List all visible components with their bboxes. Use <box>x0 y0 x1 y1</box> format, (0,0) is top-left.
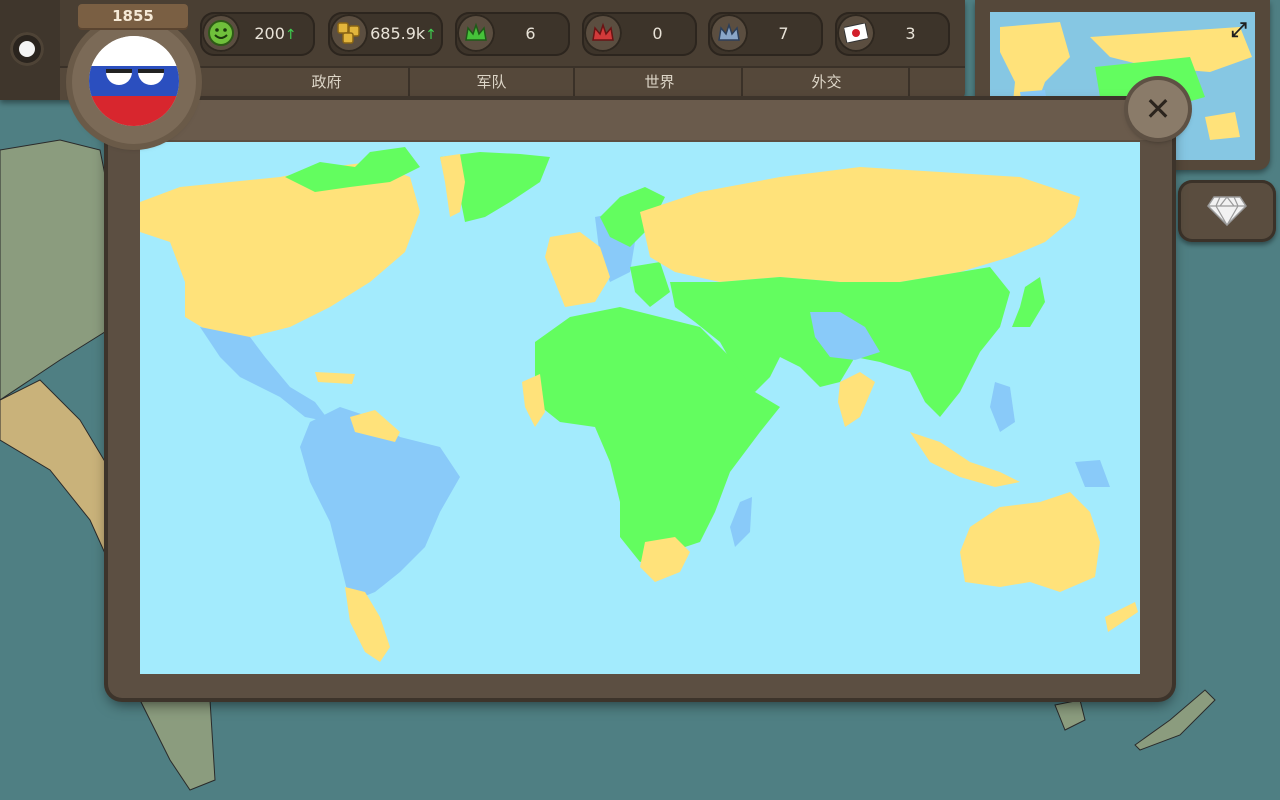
stat-neutral[interactable]: 7 <box>708 12 823 56</box>
tab-world[interactable]: 世界 <box>578 68 743 96</box>
region-australia-yellow[interactable] <box>960 492 1100 592</box>
green-crown-icon <box>457 14 495 52</box>
smiley-icon <box>202 14 240 52</box>
japan-flag-icon <box>837 14 875 52</box>
background-new-zealand-land <box>1134 689 1216 751</box>
background-mexico-land <box>0 379 111 561</box>
gem-shop-button[interactable] <box>1178 180 1276 242</box>
stat-enemies[interactable]: 0 <box>582 12 697 56</box>
tab-diplomacy[interactable]: 外交 <box>745 68 910 96</box>
region-greenland-yellow[interactable] <box>440 154 465 217</box>
region-north-america-yellow[interactable] <box>140 162 420 337</box>
blue-crown-icon <box>710 14 748 52</box>
up-arrow-icon: ↑ <box>284 27 297 43</box>
region-central-america-blue[interactable] <box>200 327 330 422</box>
region-japan-green[interactable] <box>1012 277 1045 327</box>
minimap-australia <box>1205 112 1240 140</box>
region-se-asia-yellow[interactable] <box>910 432 1020 487</box>
region-argentina-yellow[interactable] <box>345 587 390 662</box>
stat-gold[interactable]: 685.9k↑ <box>328 12 443 56</box>
up-arrow-icon: ↑ <box>425 27 437 43</box>
menu-button[interactable] <box>10 32 44 66</box>
tab-government[interactable]: 政府 <box>245 68 410 96</box>
stat-flag[interactable]: 3 <box>835 12 950 56</box>
diamond-icon <box>1207 196 1247 227</box>
region-new-zealand-yellow[interactable] <box>1105 602 1138 632</box>
region-madagascar-blue[interactable] <box>730 497 752 547</box>
dialog-header-bar <box>108 100 1172 140</box>
country-emblem[interactable] <box>72 20 196 144</box>
stat-value: 3 <box>905 24 916 43</box>
russia-countryball-avatar <box>89 36 179 126</box>
stat-happiness[interactable]: 200↑ <box>200 12 315 56</box>
background-north-america-land <box>0 139 111 401</box>
left-strip <box>0 0 60 100</box>
world-map-view[interactable] <box>140 142 1140 674</box>
region-caribbean-yellow[interactable] <box>315 372 355 384</box>
stat-allies[interactable]: 6 <box>455 12 570 56</box>
stat-value: 0 <box>652 24 663 43</box>
background-island-land <box>1054 699 1086 731</box>
region-russia-yellow[interactable] <box>640 167 1080 282</box>
region-philippines-blue[interactable] <box>990 382 1015 432</box>
year-banner: 1855 <box>78 4 188 28</box>
red-crown-icon <box>584 14 622 52</box>
close-button[interactable]: ✕ <box>1128 80 1188 138</box>
menu-dot-icon <box>19 41 35 57</box>
region-new-guinea-blue[interactable] <box>1075 460 1110 487</box>
expand-icon[interactable]: ⤢ <box>1228 18 1250 40</box>
tab-army[interactable]: 军队 <box>410 68 575 96</box>
region-italy-green[interactable] <box>630 262 670 307</box>
stat-value: 6 <box>525 24 536 43</box>
coins-icon <box>330 14 368 52</box>
stat-value: 685.9k <box>370 24 426 43</box>
stat-value: 7 <box>778 24 789 43</box>
stat-value: 200 <box>254 24 285 43</box>
region-india-yellow[interactable] <box>838 372 875 427</box>
background-south-america-land <box>139 699 216 791</box>
